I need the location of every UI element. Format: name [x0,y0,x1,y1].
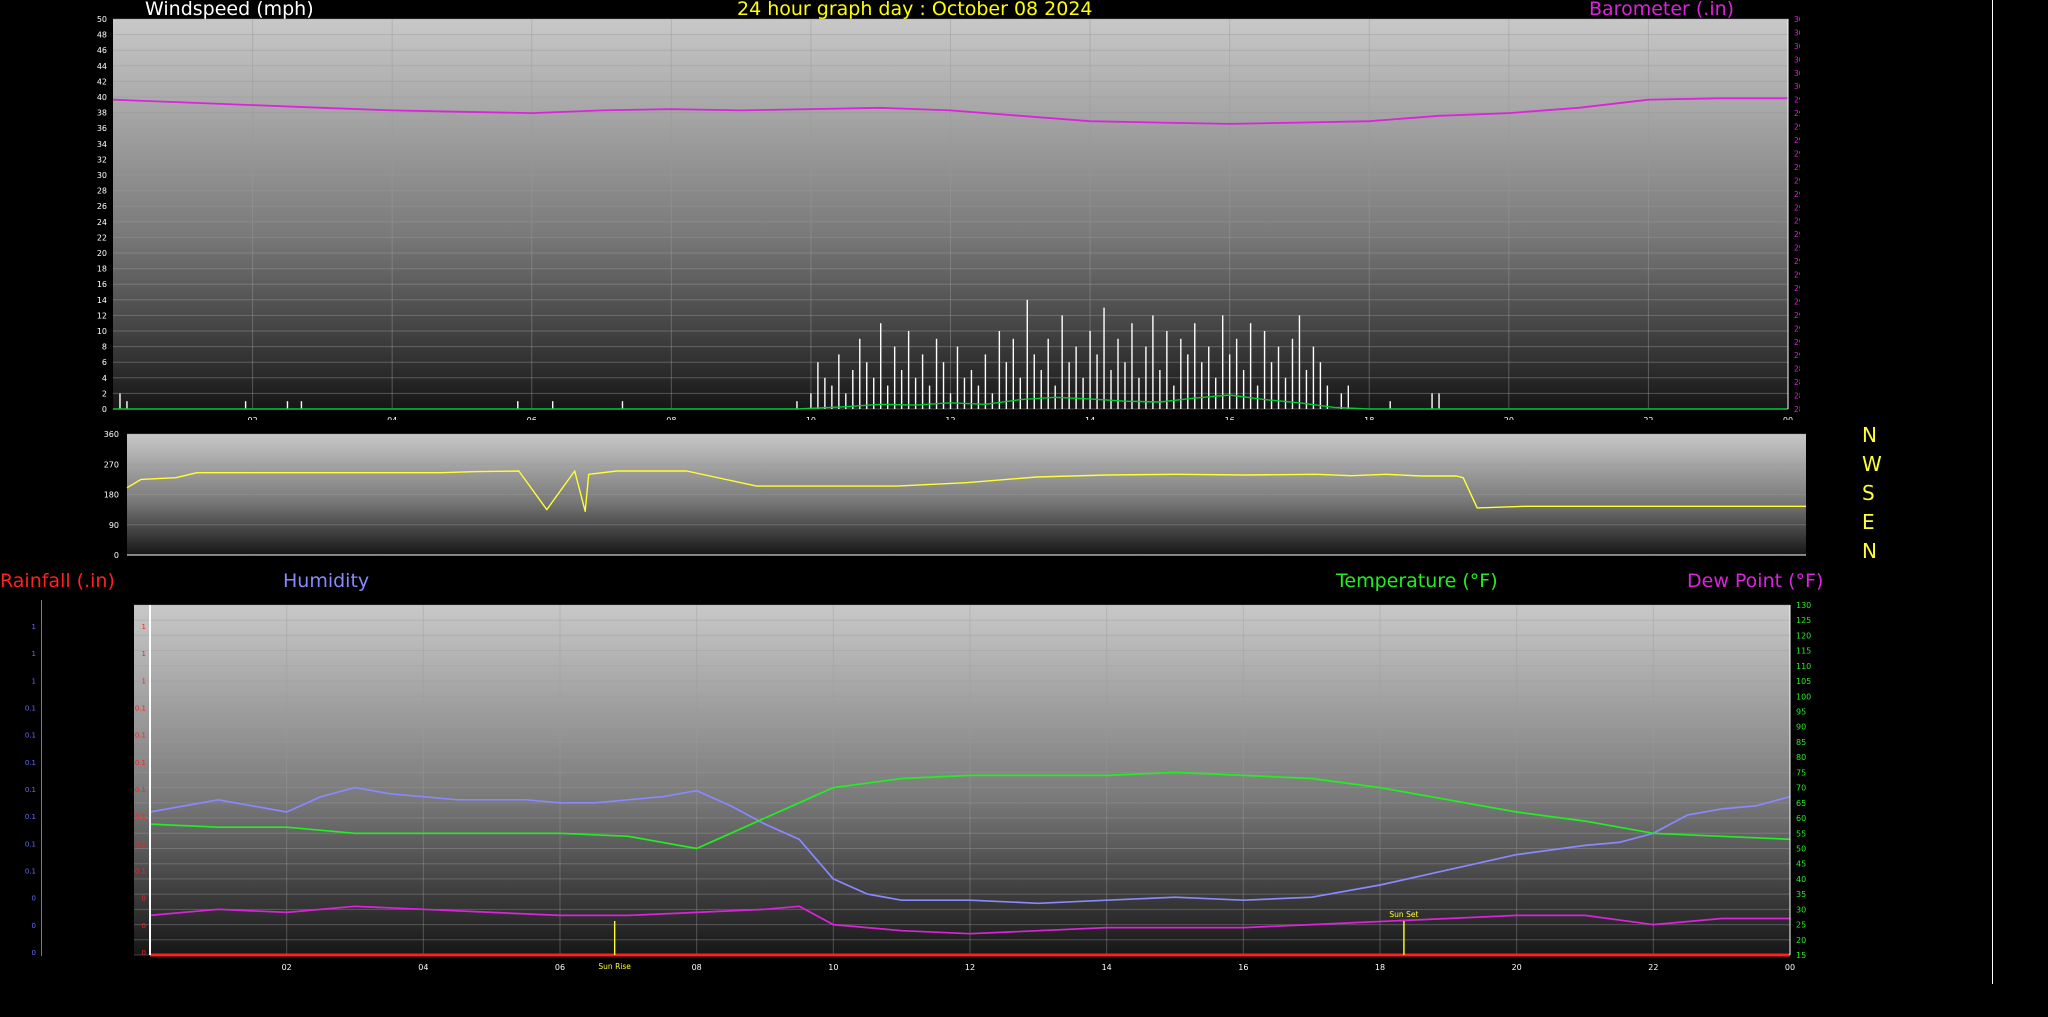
rain-tick: 1 [142,623,146,631]
y-tick-right: 125 [1796,616,1811,625]
rain-scale-tick: 0.1 [25,759,36,767]
y-tick-right: 105 [1796,677,1811,686]
rain-scale-tick: 0.1 [25,840,36,848]
x-tick: 02 [282,963,292,972]
x-tick: 04 [418,963,428,972]
y-tick-right: 15 [1796,951,1806,960]
x-tick: 06 [555,963,565,972]
rain-tick: 0 [142,949,146,957]
temperature-humidity-chart: 1520253035404550556065707580859095100105… [25,601,1811,972]
y-tick-right: 80 [1796,753,1806,762]
rain-tick: 0.1 [135,813,146,821]
rain-tick: 0.1 [135,868,146,876]
y-tick-right: 75 [1796,768,1806,777]
y-tick-right: 120 [1796,631,1811,640]
y-tick-right: 130 [1796,601,1811,610]
compass-w: W [1862,452,1882,476]
rain-tick: 0.1 [135,759,146,767]
y-tick-right: 115 [1796,647,1811,656]
y-tick-right: 60 [1796,814,1806,823]
compass-n-bottom: N [1862,539,1877,563]
y-tick-right: 65 [1796,799,1806,808]
y-tick-right: 50 [1796,844,1806,853]
rain-tick: 0.1 [135,840,146,848]
y-tick-right: 110 [1796,662,1811,671]
y-tick-right: 40 [1796,875,1806,884]
sunset-label: Sun Set [1389,910,1418,919]
compass-s: S [1862,481,1875,505]
rain-scale-tick: 0.1 [25,705,36,713]
y-tick-right: 70 [1796,784,1806,793]
x-tick: 12 [965,963,975,972]
compass-n-top: N [1862,423,1877,447]
y-tick-right: 100 [1796,692,1811,701]
compass-e: E [1862,510,1875,534]
x-tick: 00 [1785,963,1795,972]
rain-scale-tick: 1 [32,623,36,631]
y-tick-right: 35 [1796,890,1806,899]
sunrise-label: Sun Rise [598,962,631,971]
y-tick-right: 90 [1796,723,1806,732]
x-tick: 18 [1375,963,1385,972]
plot-area [134,605,1790,955]
weather-graph-page: Windspeed (mph) 24 hour graph day : Octo… [0,0,2048,1017]
rain-scale-tick: 0.1 [25,868,36,876]
rain-scale-tick: 1 [32,650,36,658]
rain-scale-tick: 0.1 [25,786,36,794]
y-tick-right: 45 [1796,860,1806,869]
x-tick: 16 [1238,963,1248,972]
rain-axis-line [41,600,42,956]
rain-scale-tick: 0.1 [25,813,36,821]
y-tick-right: 25 [1796,921,1806,930]
rain-scale-tick: 0 [32,949,36,957]
y-tick-right: 85 [1796,738,1806,747]
x-tick: 22 [1648,963,1658,972]
y-tick-right: 95 [1796,708,1806,717]
x-tick: 20 [1512,963,1522,972]
rain-tick: 1 [142,677,146,685]
rain-tick: 0 [142,922,146,930]
rain-scale-tick: 0 [32,922,36,930]
rain-tick: 0.1 [135,786,146,794]
right-edge-line [1992,0,1993,984]
x-tick: 08 [692,963,702,972]
y-tick-right: 55 [1796,829,1806,838]
rain-tick: 1 [142,650,146,658]
y-tick-right: 20 [1796,936,1806,945]
y-tick-right: 30 [1796,905,1806,914]
x-tick: 14 [1102,963,1112,972]
rain-scale-tick: 0 [32,895,36,903]
rain-tick: 0.1 [135,705,146,713]
x-tick: 10 [828,963,838,972]
rain-scale-tick: 0.1 [25,732,36,740]
rain-tick: 0 [142,895,146,903]
rain-scale-tick: 1 [32,677,36,685]
rain-tick: 0.1 [135,732,146,740]
